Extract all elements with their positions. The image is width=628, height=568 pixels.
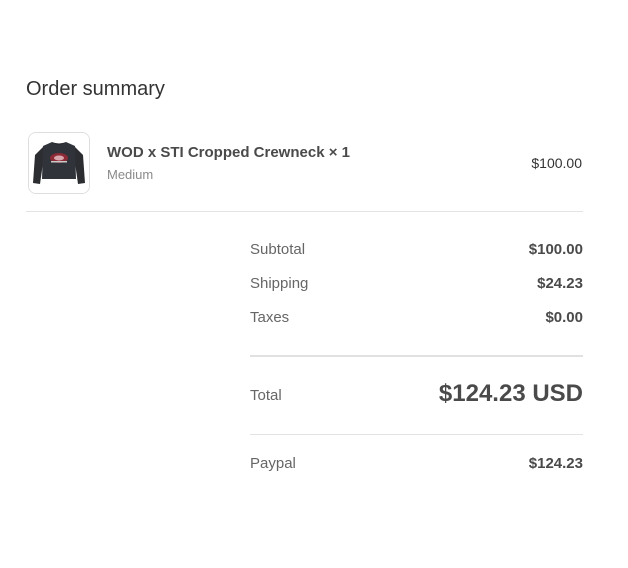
product-price: $100.00 [531,155,582,171]
total-value: $124.23 USD [438,380,583,407]
product-variant: Medium [107,167,154,182]
taxes-row: Taxes $0.00 [250,306,583,340]
product-name: WOD x STI Cropped Crewneck [107,144,325,161]
product-quantity: × 1 [328,144,350,161]
payment-row: Paypal $124.23 [250,452,583,476]
divider [26,211,583,212]
order-summary-page: Order summary WOD x STI Cropped Crewneck… [0,0,628,568]
total-label: Total [250,387,282,404]
payment-method-label: Paypal [250,455,296,472]
shipping-label: Shipping [250,275,309,292]
taxes-label: Taxes [250,309,290,326]
order-summary-heading: Order summary [26,78,165,100]
shipping-row: Shipping $24.23 [250,272,583,306]
product-thumbnail [28,132,90,194]
subtotal-label: Subtotal [250,241,306,258]
product-title: WOD x STI Cropped Crewneck × 1 [107,144,350,161]
divider [250,355,583,357]
crewneck-sweatshirt-icon [29,133,89,193]
subtotal-row: Subtotal $100.00 [250,238,583,272]
payment-amount: $124.23 [528,455,583,472]
divider [250,434,583,435]
shipping-value: $24.23 [537,275,583,292]
cost-breakdown: Subtotal $100.00 Shipping $24.23 Taxes $… [250,238,583,340]
subtotal-value: $100.00 [528,241,583,258]
product-line-item: WOD x STI Cropped Crewneck × 1 Medium $1… [26,132,583,194]
taxes-value: $0.00 [545,309,583,326]
total-row: Total $124.23 USD [250,380,583,414]
